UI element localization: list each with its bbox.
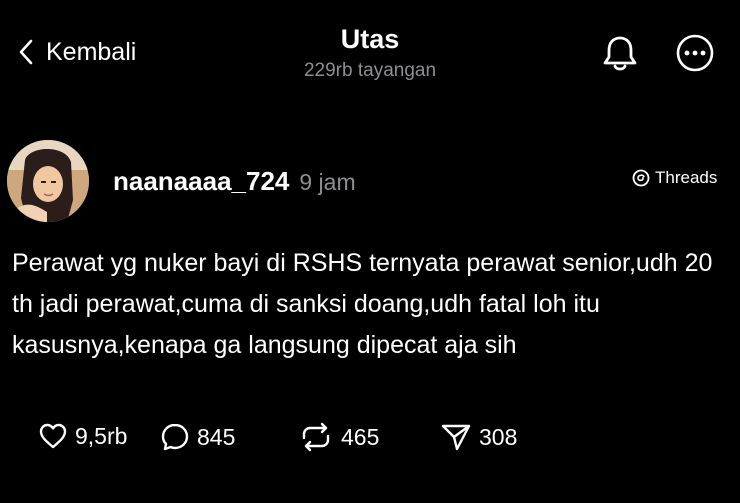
post-time: 9 jam xyxy=(299,169,356,195)
top-bar: Kembali Utas 229rb tayangan xyxy=(0,0,740,100)
post-meta: naanaaaa_724 9 jam xyxy=(113,166,356,197)
chevron-left-icon xyxy=(19,39,33,65)
comment-icon xyxy=(161,423,189,451)
page-title: Utas xyxy=(340,24,400,54)
share-button[interactable]: 308 xyxy=(440,422,517,452)
threads-badge-label: Threads xyxy=(655,168,718,187)
username[interactable]: naanaaaa_724 xyxy=(113,166,289,197)
heart-icon xyxy=(39,423,67,449)
bell-icon xyxy=(603,36,637,71)
avatar[interactable] xyxy=(7,140,89,222)
header-title-group: Utas 229rb tayangan xyxy=(220,22,520,82)
post-body: Perawat yg nuker bayi di RSHS ternyata p… xyxy=(12,249,713,359)
send-icon xyxy=(441,424,471,451)
threads-logo-icon xyxy=(632,169,650,187)
back-label: Kembali xyxy=(46,37,137,66)
reply-count: 845 xyxy=(197,423,236,450)
like-count: 9,5rb xyxy=(75,422,128,449)
post-actions: 9,5rb 845 465 308 xyxy=(0,422,740,462)
view-count: 229rb tayangan xyxy=(303,60,437,81)
notifications-button[interactable] xyxy=(600,33,640,73)
share-count: 308 xyxy=(479,423,518,450)
repost-icon xyxy=(302,422,330,452)
reply-button[interactable]: 845 xyxy=(160,422,235,452)
back-button[interactable]: Kembali xyxy=(18,34,136,70)
more-horizontal-icon xyxy=(676,34,714,72)
repost-count: 465 xyxy=(341,423,380,450)
repost-button[interactable]: 465 xyxy=(298,422,379,452)
threads-badge[interactable]: Threads xyxy=(632,168,717,188)
more-options-button[interactable] xyxy=(675,33,715,73)
like-button[interactable]: 9,5rb xyxy=(38,422,127,450)
avatar-photo xyxy=(7,140,89,222)
